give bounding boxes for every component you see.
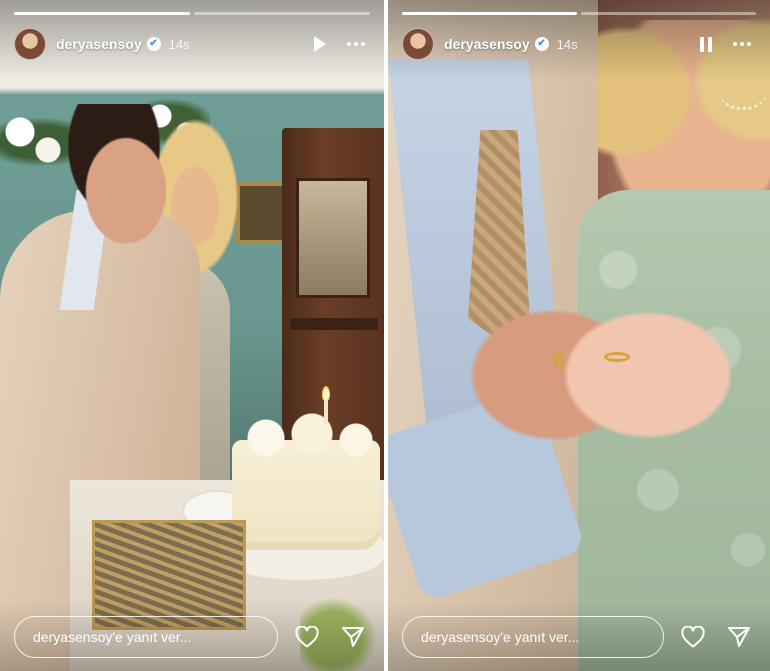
share-button[interactable] — [722, 620, 756, 654]
like-button[interactable] — [290, 620, 324, 654]
progress-segment — [14, 12, 190, 15]
progress-segment — [581, 12, 756, 15]
send-icon — [342, 627, 364, 647]
reply-input[interactable]: deryasensoy'e yanıt ver... — [14, 616, 278, 658]
story-panel-left[interactable]: deryasensoy ✔ 14s deryasensoy'e yanıt ve… — [0, 0, 384, 671]
story-progress — [402, 12, 756, 15]
wedding-ring — [604, 352, 630, 362]
story-panel-right[interactable]: deryasensoy ✔ 14s deryasensoy'e yanıt ve… — [388, 0, 770, 671]
avatar[interactable] — [402, 28, 434, 60]
reply-bar: deryasensoy'e yanıt ver... — [402, 615, 756, 659]
post-time: 14s — [168, 36, 190, 52]
wedding-ring — [554, 352, 564, 370]
candle — [324, 398, 328, 424]
pause-button[interactable] — [692, 30, 720, 58]
story-header: deryasensoy ✔ 14s — [14, 26, 370, 62]
username[interactable]: deryasensoy — [444, 36, 530, 52]
share-button[interactable] — [336, 620, 370, 654]
more-options-icon — [733, 42, 751, 46]
story-header: deryasensoy ✔ 14s — [402, 26, 756, 62]
more-options-button[interactable] — [728, 30, 756, 58]
progress-segment — [402, 12, 577, 15]
bride-hand — [548, 300, 748, 450]
progress-segment — [194, 12, 370, 15]
story-photo-cake-cutting — [0, 0, 384, 671]
heart-icon — [295, 626, 319, 648]
post-time: 14s — [556, 36, 578, 52]
pause-icon — [700, 36, 712, 52]
groom — [60, 104, 180, 244]
story-photo-rings — [388, 0, 770, 671]
more-options-button[interactable] — [342, 30, 370, 58]
reply-input[interactable]: deryasensoy'e yanıt ver... — [402, 616, 664, 658]
play-button[interactable] — [306, 30, 334, 58]
play-icon — [314, 36, 326, 52]
story-progress — [14, 12, 370, 15]
more-options-icon — [347, 42, 365, 46]
verified-badge-icon: ✔ — [534, 37, 549, 51]
heart-icon — [681, 626, 705, 648]
send-icon — [728, 627, 750, 647]
username[interactable]: deryasensoy — [56, 36, 142, 52]
reply-bar: deryasensoy'e yanıt ver... — [14, 615, 370, 659]
avatar[interactable] — [14, 28, 46, 60]
like-button[interactable] — [676, 620, 710, 654]
verified-badge-icon: ✔ — [146, 37, 161, 51]
